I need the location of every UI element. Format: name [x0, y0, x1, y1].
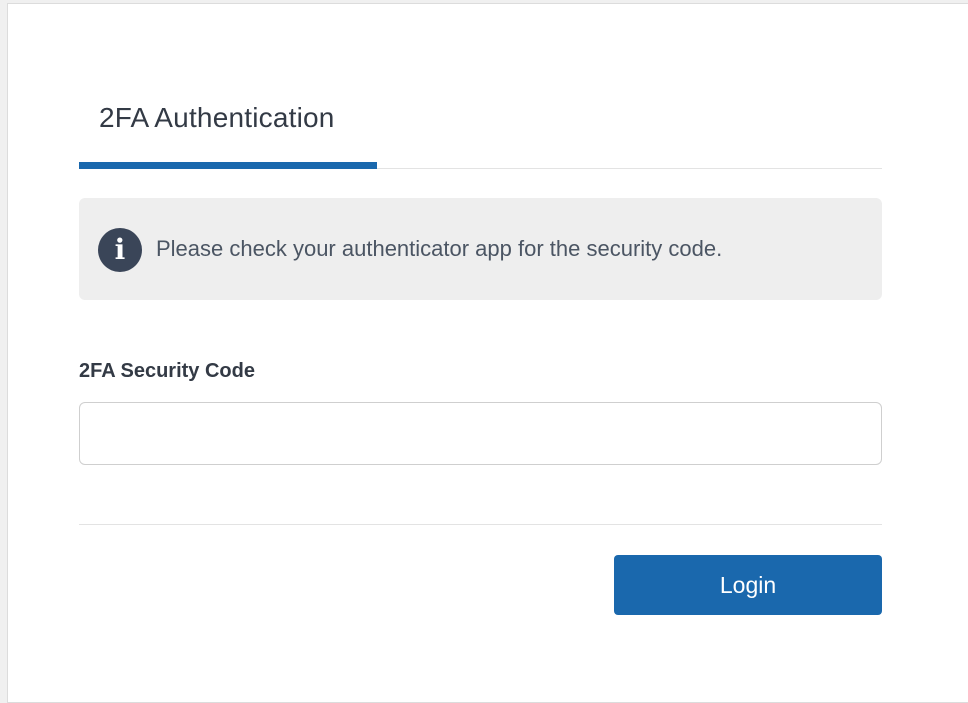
active-tab-indicator — [79, 162, 377, 169]
login-button[interactable]: Login — [614, 555, 882, 615]
info-alert: i Please check your authenticator app fo… — [79, 198, 882, 300]
security-code-label: 2FA Security Code — [79, 360, 255, 382]
tab-bar: 2FA Authentication — [79, 98, 882, 169]
tab-2fa-authentication[interactable]: 2FA Authentication — [79, 98, 377, 169]
security-code-input[interactable] — [79, 402, 882, 465]
info-icon: i — [98, 228, 142, 272]
alert-message: Please check your authenticator app for … — [156, 236, 723, 261]
tab-label: 2FA Authentication — [99, 102, 335, 133]
form-divider — [79, 524, 882, 525]
auth-card: 2FA Authentication i Please check your a… — [7, 3, 968, 703]
